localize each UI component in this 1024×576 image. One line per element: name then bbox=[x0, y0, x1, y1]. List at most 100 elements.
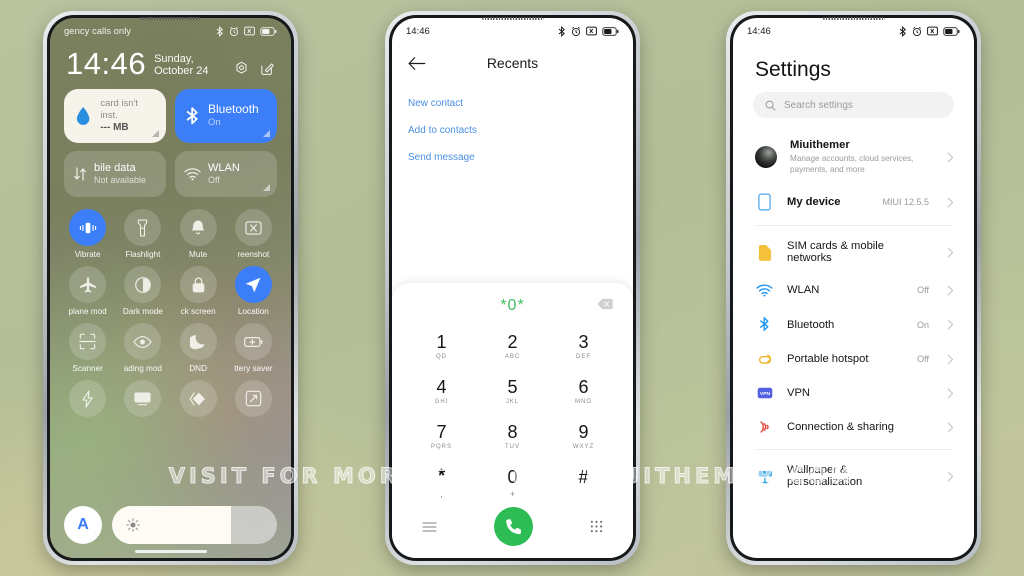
search-placeholder: Search settings bbox=[784, 99, 853, 111]
dial-key-star[interactable]: *, bbox=[406, 460, 477, 503]
settings-row-my-device[interactable]: My device MIUI 12.5.5 bbox=[733, 184, 974, 220]
qs-label: DND bbox=[189, 364, 207, 373]
section-divider bbox=[755, 449, 952, 451]
key-digit: 6 bbox=[578, 376, 589, 397]
connection-icon bbox=[755, 419, 774, 435]
keypad-icon[interactable] bbox=[590, 520, 603, 533]
alarm-icon bbox=[571, 26, 581, 36]
qs-toggle-mute[interactable]: Mute bbox=[171, 209, 226, 259]
key-letters: TUV bbox=[505, 443, 520, 450]
qs-toggle-reading-mode[interactable]: ading mod bbox=[115, 323, 170, 373]
expand-corner-icon[interactable] bbox=[263, 184, 270, 191]
key-digit: 2 bbox=[507, 331, 518, 352]
link-add-to-contacts[interactable]: Add to contacts bbox=[408, 117, 617, 144]
qs-toggle-cast[interactable] bbox=[115, 380, 170, 421]
brightness-slider[interactable] bbox=[112, 506, 277, 544]
dial-key-7[interactable]: 7 PQRS bbox=[406, 415, 477, 458]
dial-key-8[interactable]: 8 TUV bbox=[477, 415, 548, 458]
status-time: 14:46 bbox=[747, 25, 771, 37]
phone2-screen: 14:46 Recents New contact Add to contact… bbox=[392, 18, 633, 558]
expand-corner-icon[interactable] bbox=[263, 130, 270, 137]
dialer-actions bbox=[392, 503, 633, 548]
account-desc: Manage accounts, cloud services, payment… bbox=[790, 154, 914, 175]
screenshot-icon bbox=[927, 26, 938, 36]
home-indicator[interactable] bbox=[134, 550, 207, 553]
settings-row-wlan[interactable]: WLAN Off bbox=[733, 273, 974, 307]
clock-header: 14:46 Sunday, October 24 bbox=[50, 44, 291, 79]
expand-corner-icon[interactable] bbox=[152, 130, 159, 137]
chevron-right-icon bbox=[947, 319, 954, 330]
lock-clock-date: Sunday, October 24 bbox=[154, 53, 209, 77]
settings-gear-icon[interactable] bbox=[234, 61, 249, 76]
back-arrow-icon[interactable] bbox=[408, 56, 426, 71]
screenshot-icon bbox=[244, 26, 255, 36]
edit-icon[interactable] bbox=[260, 61, 275, 76]
dial-key-hash[interactable]: # bbox=[548, 460, 619, 503]
key-letters: JKL bbox=[505, 398, 520, 405]
settings-row-vpn[interactable]: VPN VPN bbox=[733, 376, 974, 410]
wlan-title: WLAN bbox=[208, 161, 240, 174]
dial-key-0[interactable]: 0 + bbox=[477, 460, 548, 503]
hotspot-icon bbox=[755, 352, 774, 367]
row-label: VPN bbox=[787, 387, 811, 400]
rotate-icon bbox=[245, 390, 262, 407]
row-value: Off bbox=[917, 354, 929, 365]
dialpad-keys: 1 QD 2 ABC 3 DEF 4 GHI 5 JKL 6 MNO 7 PQRS 8 TUV … bbox=[392, 321, 633, 503]
qs-toggle-battery-saver[interactable]: ttery saver bbox=[226, 323, 281, 373]
qs-toggle-dark-mode[interactable]: Dark mode bbox=[115, 266, 170, 316]
qs-toggle-scanner[interactable]: Scanner bbox=[60, 323, 115, 373]
bluetooth-icon bbox=[755, 316, 774, 333]
link-send-message[interactable]: Send message bbox=[408, 144, 617, 171]
settings-row-bluetooth[interactable]: Bluetooth On bbox=[733, 307, 974, 342]
settings-row-sim-cards[interactable]: SIM cards & mobile networks bbox=[733, 231, 974, 273]
backspace-button[interactable] bbox=[597, 297, 613, 315]
settings-row-account[interactable]: Miuithemer Manage accounts, cloud servic… bbox=[733, 130, 974, 184]
wlan-tile[interactable]: WLAN Off bbox=[175, 151, 277, 197]
location-icon bbox=[245, 277, 261, 292]
storage-tile-sub: --- MB bbox=[100, 122, 129, 134]
key-digit: 7 bbox=[436, 421, 447, 442]
dial-key-5[interactable]: 5 JKL bbox=[477, 370, 548, 413]
dial-key-6[interactable]: 6 MNO bbox=[548, 370, 619, 413]
dialer-title: Recents bbox=[486, 55, 539, 71]
qs-toggle-location[interactable]: Location bbox=[226, 266, 281, 316]
settings-row-connection-sharing[interactable]: Connection & sharing bbox=[733, 410, 974, 444]
qs-toggle-flashlight[interactable]: Flashlight bbox=[115, 209, 170, 259]
qs-label: ck screen bbox=[180, 307, 216, 316]
mobile-data-sub: Not available bbox=[94, 174, 147, 185]
qs-toggle-rotate[interactable] bbox=[226, 380, 281, 421]
qs-toggle-screenshot[interactable]: reenshot bbox=[226, 209, 281, 259]
search-settings-field[interactable]: Search settings bbox=[753, 92, 954, 118]
dial-key-4[interactable]: 4 GHI bbox=[406, 370, 477, 413]
chevron-right-icon bbox=[947, 247, 954, 258]
avatar bbox=[755, 146, 777, 169]
chevron-right-icon bbox=[947, 422, 954, 433]
qs-toggle-vibrate[interactable]: Vibrate bbox=[60, 209, 115, 259]
call-button[interactable] bbox=[494, 507, 533, 546]
dialed-number[interactable]: *0* bbox=[500, 297, 524, 315]
link-new-contact[interactable]: New contact bbox=[408, 90, 617, 117]
big-tiles-row: card isn't inst. --- MB Bluetooth On bbox=[50, 79, 291, 143]
bluetooth-tile[interactable]: Bluetooth On bbox=[175, 89, 277, 143]
dial-key-1[interactable]: 1 QD bbox=[406, 325, 477, 368]
settings-row-portable-hotspot[interactable]: Portable hotspot Off bbox=[733, 342, 974, 376]
wlan-icon bbox=[184, 168, 201, 181]
dial-key-3[interactable]: 3 DEF bbox=[548, 325, 619, 368]
earpiece-speaker-icon bbox=[139, 17, 202, 20]
phone2-bezel: 14:46 Recents New contact Add to contact… bbox=[389, 15, 636, 561]
qs-toggle-nfc[interactable] bbox=[171, 380, 226, 421]
qs-toggle-airplane[interactable]: plane mod bbox=[60, 266, 115, 316]
menu-icon[interactable] bbox=[422, 521, 437, 533]
settings-row-wallpaper-personalization[interactable]: Wallpaper & personalization bbox=[733, 455, 974, 497]
sim-icon bbox=[755, 244, 774, 261]
storage-tile[interactable]: card isn't inst. --- MB bbox=[64, 89, 166, 143]
bluetooth-tile-title: Bluetooth bbox=[208, 102, 259, 117]
qs-toggle-bolt[interactable] bbox=[60, 380, 115, 421]
qs-toggle-dnd[interactable]: DND bbox=[171, 323, 226, 373]
auto-brightness-button[interactable]: A bbox=[64, 506, 102, 544]
dial-key-9[interactable]: 9 WXYZ bbox=[548, 415, 619, 458]
dial-key-2[interactable]: 2 ABC bbox=[477, 325, 548, 368]
mobile-data-tile[interactable]: bile data Not available bbox=[64, 151, 166, 197]
qs-toggle-lock-screen[interactable]: ck screen bbox=[171, 266, 226, 316]
battery-icon bbox=[943, 26, 960, 36]
